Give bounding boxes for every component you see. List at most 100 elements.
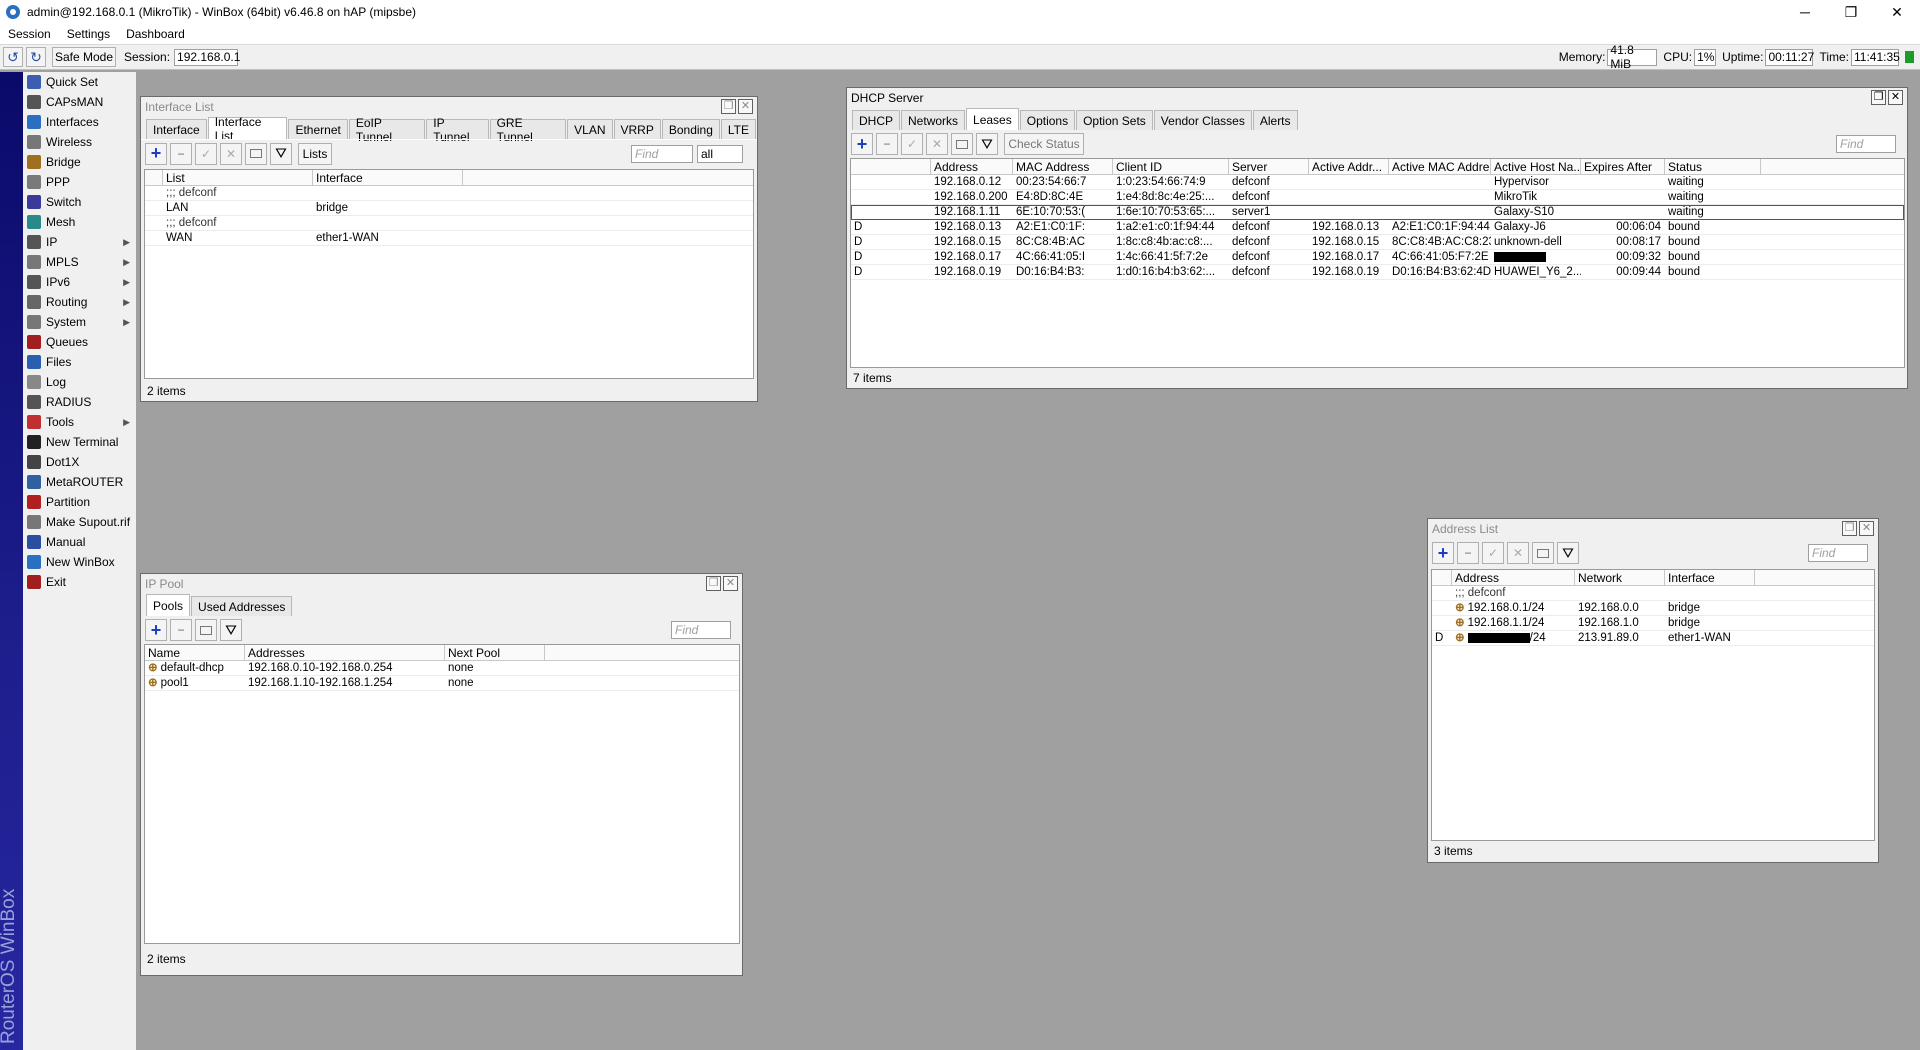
tab-bonding[interactable]: Bonding <box>661 119 720 139</box>
sidebar-item-mpls[interactable]: MPLS ▶ <box>23 252 136 272</box>
remove-button[interactable]: − <box>1457 542 1479 564</box>
sidebar-item-radius[interactable]: RADIUS <box>23 392 136 412</box>
tab-interface[interactable]: Interface <box>146 119 207 139</box>
table-row[interactable]: ⊕ default-dhcp 192.168.0.10-192.168.0.254 n… <box>145 661 739 676</box>
comment-row[interactable]: ;;; defconf <box>145 186 753 201</box>
tab-vrrp[interactable]: VRRP <box>613 119 661 139</box>
menu-dashboard[interactable]: Dashboard <box>118 27 193 41</box>
restore-window-icon[interactable]: ❐ <box>1871 90 1886 105</box>
column-name[interactable]: Name <box>145 645 245 661</box>
table-row[interactable]: LAN bridge <box>145 201 753 216</box>
comment-button[interactable] <box>951 133 973 155</box>
column-server[interactable]: Server <box>1229 159 1309 175</box>
sidebar-item-wireless[interactable]: Wireless <box>23 132 136 152</box>
column-expires-after[interactable]: Expires After <box>1581 159 1665 175</box>
column-next-pool[interactable]: Next Pool <box>445 645 545 661</box>
minimize-button[interactable]: ─ <box>1782 0 1828 24</box>
tab-leases[interactable]: Leases <box>966 108 1019 130</box>
sidebar-item-exit[interactable]: Exit <box>23 572 136 592</box>
sidebar-item-switch[interactable]: Switch <box>23 192 136 212</box>
tab-ethernet[interactable]: Ethernet <box>288 119 348 139</box>
sidebar-item-manual[interactable]: Manual <box>23 532 136 552</box>
tab-dhcp[interactable]: DHCP <box>852 110 901 130</box>
comment-button[interactable] <box>1532 542 1554 564</box>
filter-button[interactable]: ⛛ <box>220 619 242 641</box>
filter-button[interactable]: ⛛ <box>270 142 292 165</box>
close-button[interactable]: ✕ <box>1874 0 1920 24</box>
tab-lte[interactable]: LTE <box>720 119 757 139</box>
add-button[interactable]: + <box>1432 542 1454 564</box>
find-input[interactable]: Find <box>631 145 693 163</box>
sidebar-item-queues[interactable]: Queues <box>23 332 136 352</box>
maximize-button[interactable]: ❐ <box>1828 0 1874 24</box>
tab-option-sets[interactable]: Option Sets <box>1076 110 1153 130</box>
add-button[interactable]: + <box>851 133 873 155</box>
column-status[interactable]: Status <box>1665 159 1761 175</box>
table-row[interactable]: D 192.168.0.15 8C:C8:4B:AC 1:8c:c8:4b:ac:c8… <box>851 235 1904 250</box>
table-row[interactable]: WAN ether1-WAN <box>145 231 753 246</box>
sidebar-item-mesh[interactable]: Mesh <box>23 212 136 232</box>
tab-ip-tunnel[interactable]: IP Tunnel <box>426 116 489 144</box>
sidebar-item-capsman[interactable]: CAPsMAN <box>23 92 136 112</box>
sidebar-item-quick-set[interactable]: Quick Set <box>23 72 136 92</box>
tab-eoip-tunnel[interactable]: EoIP Tunnel <box>348 116 426 144</box>
find-input[interactable]: Find <box>1808 544 1868 562</box>
table-row[interactable]: ⊕ 192.168.1.1/24 192.168.1.0 bridge <box>1432 616 1874 631</box>
remove-button[interactable]: − <box>170 142 192 165</box>
table-row[interactable]: 192.168.0.12 00:23:54:66:7 1:0:23:54:66:74… <box>851 175 1904 190</box>
sidebar-item-partition[interactable]: Partition <box>23 492 136 512</box>
column-mac-address[interactable]: MAC Address <box>1013 159 1113 175</box>
sidebar-item-routing[interactable]: Routing ▶ <box>23 292 136 312</box>
tab-used-addresses[interactable]: Used Addresses <box>191 596 293 616</box>
tab-vendor-classes[interactable]: Vendor Classes <box>1153 110 1252 130</box>
disable-button[interactable]: ✕ <box>220 142 242 165</box>
sidebar-item-metarouter[interactable]: MetaROUTER <box>23 472 136 492</box>
filter-button[interactable]: ⛛ <box>1557 542 1579 564</box>
column-address[interactable]: Address <box>1452 570 1575 586</box>
comment-button[interactable] <box>195 619 217 641</box>
comment-button[interactable] <box>245 142 267 165</box>
close-window-icon[interactable]: ✕ <box>723 576 738 591</box>
sidebar-item-ipv6[interactable]: IPv6 ▶ <box>23 272 136 292</box>
sidebar-item-ppp[interactable]: PPP <box>23 172 136 192</box>
column-flag[interactable] <box>851 159 931 175</box>
table-row[interactable]: 192.168.0.200 E4:8D:8C:4E 1:e4:8d:8c:4e:25… <box>851 190 1904 205</box>
filter-button[interactable]: ⛛ <box>976 133 998 155</box>
close-window-icon[interactable]: ✕ <box>1888 90 1903 105</box>
comment-row[interactable]: ;;; defconf <box>145 216 753 231</box>
sidebar-item-bridge[interactable]: Bridge <box>23 152 136 172</box>
restore-window-icon[interactable]: ❐ <box>706 576 721 591</box>
table-row[interactable]: 192.168.1.11 6E:10:70:53:(1:6e:10:70:53:6… <box>851 205 1904 220</box>
column-active-mac-addre[interactable]: Active MAC Addre... <box>1389 159 1491 175</box>
table-row[interactable]: ⊕ pool1 192.168.1.10-192.168.1.254 none <box>145 676 739 691</box>
column-active-addr[interactable]: Active Addr... <box>1309 159 1389 175</box>
column-list[interactable]: List <box>163 170 313 186</box>
column-addresses[interactable]: Addresses <box>245 645 445 661</box>
table-row[interactable]: D ⊕ /24 213.91.89.0 ether1-WAN <box>1432 631 1874 646</box>
sidebar-item-make-supout-rif[interactable]: Make Supout.rif <box>23 512 136 532</box>
sidebar-item-new-terminal[interactable]: New Terminal <box>23 432 136 452</box>
remove-button[interactable]: − <box>170 619 192 641</box>
sidebar-item-system[interactable]: System ▶ <box>23 312 136 332</box>
restore-window-icon[interactable]: ❐ <box>721 99 736 114</box>
tab-options[interactable]: Options <box>1019 110 1076 130</box>
lists-button[interactable]: Lists <box>298 142 332 165</box>
column-active-host-na[interactable]: Active Host Na... <box>1491 159 1581 175</box>
sidebar-item-files[interactable]: Files <box>23 352 136 372</box>
session-field[interactable]: 192.168.0.1 <box>174 48 240 66</box>
undo-button[interactable]: ↺ <box>3 47 23 67</box>
column-interface[interactable]: Interface <box>1665 570 1755 586</box>
redo-button[interactable]: ↻ <box>26 47 46 67</box>
tab-interface-list[interactable]: Interface List <box>207 115 288 143</box>
column-network[interactable]: Network <box>1575 570 1665 586</box>
comment-row[interactable]: ;;; defconf <box>1432 586 1874 601</box>
tab-networks[interactable]: Networks <box>901 110 966 130</box>
enable-button[interactable]: ✓ <box>901 133 923 155</box>
sidebar-item-log[interactable]: Log <box>23 372 136 392</box>
disable-button[interactable]: ✕ <box>1507 542 1529 564</box>
sidebar-item-dot1x[interactable]: Dot1X <box>23 452 136 472</box>
find-input[interactable]: Find <box>671 621 731 639</box>
table-row[interactable]: D 192.168.0.19 D0:16:B4:B3: 1:d0:16:b4:b3:6… <box>851 265 1904 280</box>
check-status-button[interactable]: Check Status <box>1004 133 1084 155</box>
enable-button[interactable]: ✓ <box>195 142 217 165</box>
